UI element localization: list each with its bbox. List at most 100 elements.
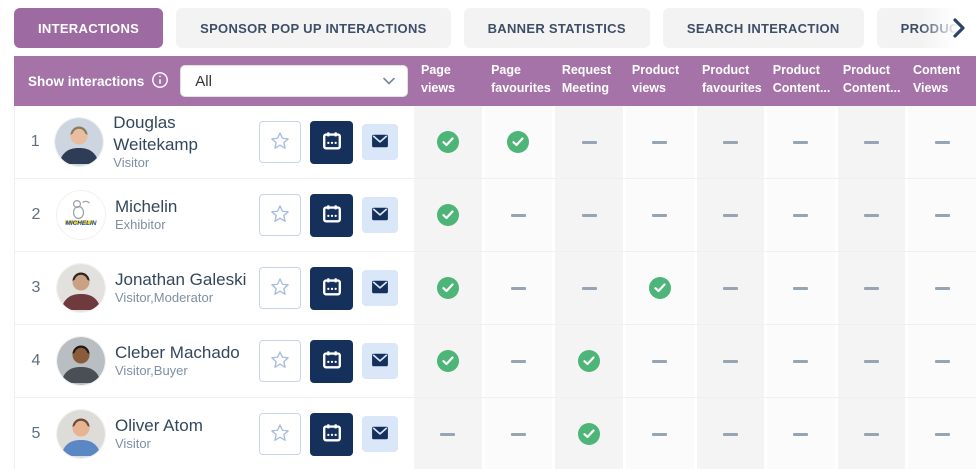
- person-name: Michelin: [115, 196, 177, 217]
- row-actions: [259, 413, 398, 456]
- person-info: Oliver AtomVisitor: [115, 415, 203, 453]
- avatar: [55, 118, 103, 166]
- schedule-meeting-button[interactable]: [310, 121, 353, 164]
- tab-scroll-right-button[interactable]: [946, 16, 972, 42]
- dash-icon: [935, 141, 950, 144]
- star-icon: [269, 276, 291, 301]
- favourite-button[interactable]: [259, 121, 301, 163]
- schedule-meeting-button[interactable]: [310, 267, 353, 310]
- check-circle-icon: [649, 277, 671, 299]
- chevron-down-icon: [383, 72, 395, 90]
- cell-page-views: [414, 252, 482, 324]
- cell-page-favourites: [485, 252, 553, 324]
- avatar: [57, 337, 105, 385]
- table-row: 2 MICHELINMichelinExhibitor: [15, 179, 976, 252]
- check-circle-icon: [507, 131, 529, 153]
- column-header-product-content: Product Content...: [836, 56, 906, 106]
- send-message-button[interactable]: [362, 197, 398, 233]
- mail-icon: [370, 423, 390, 446]
- tab-sponsor-pop-up-interactions[interactable]: SPONSOR POP UP INTERACTIONS: [176, 8, 451, 48]
- dash-icon: [582, 287, 597, 290]
- dash-icon: [723, 433, 738, 436]
- row-number: 1: [15, 133, 55, 151]
- column-header-page-views: Page views: [414, 56, 484, 106]
- mail-icon: [370, 204, 390, 227]
- dash-icon: [864, 433, 879, 436]
- person-name: Jonathan Galeski: [115, 269, 246, 290]
- chevron-right-icon: [952, 26, 966, 41]
- avatar: [57, 410, 105, 458]
- favourite-button[interactable]: [259, 413, 301, 455]
- row-actions: [259, 194, 398, 237]
- row-profile-section: 1 Douglas WeitekampVisitor: [15, 106, 414, 178]
- cell-request-meeting: [555, 252, 623, 324]
- person-info: MichelinExhibitor: [115, 196, 177, 234]
- schedule-meeting-button[interactable]: [310, 194, 353, 237]
- dash-icon: [723, 214, 738, 217]
- row-actions: [259, 121, 398, 164]
- info-button[interactable]: [151, 71, 171, 91]
- row-profile-section: 3 Jonathan GaleskiVisitor,Moderator: [15, 252, 414, 324]
- row-number: 4: [15, 352, 57, 370]
- cell-page-views: [414, 179, 482, 251]
- cell-content-views: [908, 398, 976, 469]
- dash-icon: [652, 360, 667, 363]
- dash-icon: [511, 433, 526, 436]
- cell-product-favourites: [697, 179, 765, 251]
- table-row: 1 Douglas WeitekampVisitor: [15, 106, 976, 179]
- cell-product-views: [626, 106, 694, 178]
- cell-content-views: [908, 179, 976, 251]
- send-message-button[interactable]: [362, 416, 398, 452]
- person-role: Visitor: [115, 436, 203, 453]
- cell-request-meeting: [555, 106, 623, 178]
- schedule-meeting-button[interactable]: [310, 413, 353, 456]
- interactions-filter-dropdown[interactable]: All: [180, 65, 408, 97]
- favourite-button[interactable]: [259, 340, 301, 382]
- cell-product-content: [767, 398, 835, 469]
- row-actions: [259, 340, 398, 383]
- calendar-icon: [321, 203, 343, 228]
- favourite-button[interactable]: [259, 267, 301, 309]
- row-interaction-cells: [414, 179, 976, 251]
- cell-page-favourites: [485, 179, 553, 251]
- dash-icon: [723, 287, 738, 290]
- dash-icon: [864, 287, 879, 290]
- favourite-button[interactable]: [259, 194, 301, 236]
- check-circle-icon: [437, 204, 459, 226]
- star-icon: [269, 203, 291, 228]
- svg-text:MICHELIN: MICHELIN: [66, 220, 97, 227]
- send-message-button[interactable]: [362, 124, 398, 160]
- mail-icon: [370, 350, 390, 373]
- dash-icon: [652, 141, 667, 144]
- row-profile-section: 4 Cleber MachadoVisitor,Buyer: [15, 325, 414, 397]
- column-header-product-favourites: Product favourites: [695, 56, 766, 106]
- tab-search-interaction[interactable]: SEARCH INTERACTION: [663, 8, 864, 48]
- person-name: Oliver Atom: [115, 415, 203, 436]
- row-profile-section: 2 MICHELINMichelinExhibitor: [15, 179, 414, 251]
- row-interaction-cells: [414, 106, 976, 178]
- tab-interactions[interactable]: INTERACTIONS: [14, 8, 163, 48]
- row-interaction-cells: [414, 325, 976, 397]
- dash-icon: [935, 433, 950, 436]
- cell-product-content: [767, 325, 835, 397]
- send-message-button[interactable]: [362, 270, 398, 306]
- tab-banner-statistics[interactable]: BANNER STATISTICS: [464, 8, 650, 48]
- show-interactions-label: Show interactions: [28, 74, 144, 89]
- cell-product-content: [838, 398, 906, 469]
- column-headers: Page viewsPage favouritesRequest Meeting…: [414, 56, 976, 106]
- cell-product-content: [838, 106, 906, 178]
- cell-product-views: [626, 179, 694, 251]
- column-header-request-meeting: Request Meeting: [555, 56, 625, 106]
- cell-page-favourites: [485, 398, 553, 469]
- star-icon: [269, 349, 291, 374]
- cell-content-views: [908, 106, 976, 178]
- dash-icon: [864, 141, 879, 144]
- send-message-button[interactable]: [362, 343, 398, 379]
- cell-product-favourites: [697, 106, 765, 178]
- cell-page-favourites: [485, 325, 553, 397]
- schedule-meeting-button[interactable]: [310, 340, 353, 383]
- person-info: Jonathan GaleskiVisitor,Moderator: [115, 269, 246, 307]
- dash-icon: [793, 141, 808, 144]
- person-role: Exhibitor: [115, 217, 177, 234]
- dash-icon: [793, 214, 808, 217]
